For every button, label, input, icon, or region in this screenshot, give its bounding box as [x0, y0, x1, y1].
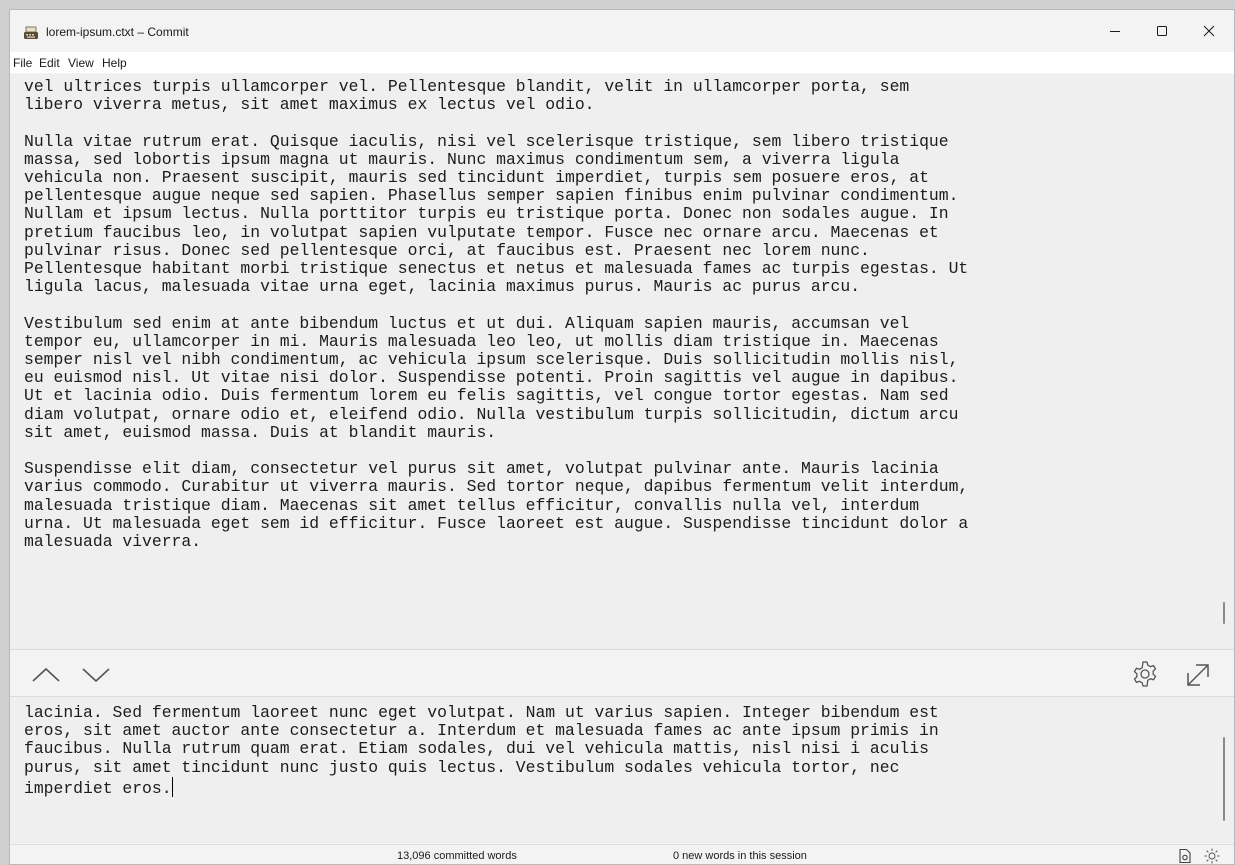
menu-bar: File Edit View Help — [10, 52, 1234, 73]
expand-button[interactable] — [1182, 659, 1214, 691]
previous-button[interactable] — [30, 664, 62, 686]
maximize-icon — [1157, 26, 1167, 36]
next-button[interactable] — [80, 664, 112, 686]
chevron-down-icon — [82, 668, 110, 683]
minimize-icon — [1110, 31, 1120, 32]
session-word-count: 0 new words in this session — [673, 850, 807, 862]
navigation-toolbar — [10, 649, 1234, 697]
menu-file[interactable]: File — [13, 56, 32, 70]
maximize-button[interactable] — [1139, 10, 1185, 52]
minimize-button[interactable] — [1092, 10, 1138, 52]
committed-text: vel ultrices turpis ullamcorper vel. Pel… — [24, 77, 969, 552]
editor-pane[interactable]: lacinia. Sed fermentum laoreet nunc eget… — [10, 697, 1234, 843]
app-window: lorem-ipsum.ctxt – Commit File Edit View… — [9, 9, 1235, 865]
committed-word-count: 13,096 committed words — [397, 850, 517, 862]
gear-icon — [1133, 661, 1157, 687]
chevron-up-icon — [32, 667, 60, 682]
menu-edit[interactable]: Edit — [39, 56, 60, 70]
menu-view[interactable]: View — [68, 56, 94, 70]
title-bar[interactable]: lorem-ipsum.ctxt – Commit — [10, 10, 1234, 52]
settings-button[interactable] — [1130, 659, 1160, 689]
close-button[interactable] — [1186, 10, 1232, 52]
close-icon — [1203, 25, 1215, 37]
document-icon[interactable] — [1178, 848, 1192, 864]
menu-help[interactable]: Help — [102, 56, 127, 70]
editor-text-block: lacinia. Sed fermentum laoreet nunc eget… — [24, 703, 1214, 798]
text-caret — [171, 776, 173, 797]
committed-text-pane[interactable]: vel ultrices turpis ullamcorper vel. Pel… — [10, 74, 1234, 649]
editor-text[interactable]: lacinia. Sed fermentum laoreet nunc eget… — [24, 703, 939, 798]
typewriter-icon — [23, 25, 39, 41]
committed-scrollbar[interactable] — [1223, 602, 1225, 624]
status-bar: 13,096 committed words 0 new words in th… — [10, 844, 1234, 864]
expand-icon — [1187, 664, 1209, 686]
window-title: lorem-ipsum.ctxt – Commit — [46, 25, 189, 39]
editor-scrollbar[interactable] — [1223, 737, 1225, 821]
sun-icon[interactable] — [1204, 848, 1220, 864]
